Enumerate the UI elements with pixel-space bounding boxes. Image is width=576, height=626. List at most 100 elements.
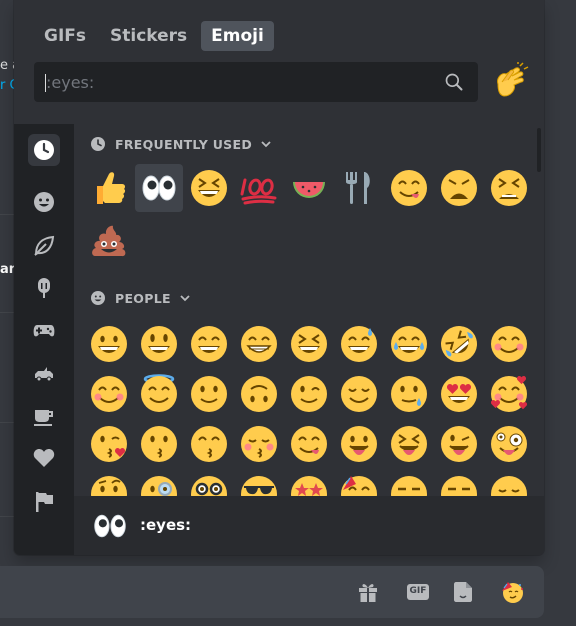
gif-button[interactable]: GIF [400, 574, 436, 610]
emoji-tired-face[interactable] [485, 164, 533, 212]
hundred-icon [240, 178, 277, 205]
emoji-yum[interactable] [285, 420, 333, 468]
thumbs-up-icon [97, 172, 126, 204]
emoji-unamused[interactable] [435, 470, 483, 496]
emoji-slight-smile[interactable] [185, 370, 233, 418]
emoji-watermelon[interactable] [285, 164, 333, 212]
emoji-hundred[interactable] [235, 164, 283, 212]
emoji-fork-knife[interactable] [335, 164, 383, 212]
search-placeholder: :eyes: [46, 73, 95, 92]
emoji-upside-down[interactable] [235, 370, 283, 418]
chat-fragment-username: an [0, 262, 14, 277]
emoji-search-input[interactable]: :eyes: [34, 62, 478, 102]
nerd-icon [191, 476, 227, 496]
emoji-smiley[interactable] [135, 320, 183, 368]
emoji-tongue[interactable] [335, 420, 383, 468]
smiley-icon [141, 326, 177, 362]
emoji-squint-tongue[interactable] [385, 420, 433, 468]
emoji-thumbs-up[interactable] [85, 164, 133, 212]
sticker-button[interactable] [446, 574, 482, 610]
emoji-poop[interactable] [85, 218, 133, 266]
emoji-weary[interactable] [435, 164, 483, 212]
chat-background: e a r C an [0, 0, 14, 626]
tab-gifs[interactable]: GIFs [34, 21, 96, 51]
emoji-grin[interactable] [235, 320, 283, 368]
sidebar-item-nature[interactable] [28, 230, 60, 262]
kissing-icon [141, 426, 177, 462]
sticker-icon [454, 582, 472, 602]
squint-tongue-icon [391, 426, 427, 462]
flag-icon [36, 492, 53, 512]
sidebar-item-symbols[interactable] [28, 442, 60, 474]
emoji-kissing-heart[interactable] [85, 420, 133, 468]
chat-fragment-link: r C [0, 78, 14, 93]
chevron-down-icon[interactable] [179, 292, 191, 304]
emoji-relieved[interactable] [335, 370, 383, 418]
emoji-button[interactable] [494, 574, 530, 610]
emoji-star-struck[interactable] [285, 470, 333, 496]
emoji-smiling-hearts[interactable] [485, 370, 533, 418]
emoji-kissing[interactable] [135, 420, 183, 468]
gift-button[interactable] [350, 574, 386, 610]
gif-label: GIF [409, 586, 427, 596]
emoji-nerd[interactable] [185, 470, 233, 496]
emoji-laughing[interactable] [285, 320, 333, 368]
tab-emoji[interactable]: Emoji [201, 21, 274, 51]
emoji-kissing-smile[interactable] [185, 420, 233, 468]
emoji-innocent[interactable] [135, 370, 183, 418]
clap-emoji-button[interactable] [490, 62, 530, 102]
emoji-monocle[interactable] [135, 470, 183, 496]
sidebar-item-people[interactable] [28, 186, 60, 218]
emoji-blush[interactable] [85, 370, 133, 418]
sidebar-item-food[interactable] [28, 272, 60, 304]
sidebar-item-travel[interactable] [28, 358, 60, 390]
tab-stickers[interactable]: Stickers [100, 21, 197, 51]
partying-face-icon [502, 582, 523, 603]
unamused-icon [441, 476, 477, 496]
picker-tabs: GIFs Stickers Emoji [34, 21, 274, 51]
emoji-relaxed[interactable] [485, 320, 533, 368]
innocent-icon [141, 374, 177, 412]
tongue-icon [341, 426, 377, 462]
partying-icon [341, 476, 377, 496]
emoji-preview-footer: :eyes: [74, 496, 544, 555]
star-struck-icon [291, 476, 327, 496]
emoji-picker: GIFs Stickers Emoji :eyes: FREQUENTLY US… [14, 0, 544, 555]
emoji-sunglasses[interactable] [235, 470, 283, 496]
sidebar-item-objects[interactable] [28, 400, 60, 432]
emoji-sweat-drop[interactable] [385, 370, 433, 418]
clock-icon [34, 140, 54, 160]
emoji-rofl[interactable] [435, 320, 483, 368]
emoji-laughing[interactable] [185, 164, 233, 212]
emoji-heart-eyes[interactable] [435, 370, 483, 418]
scrollbar[interactable] [537, 128, 541, 172]
emoji-yum[interactable] [385, 164, 433, 212]
eyes-icon [142, 175, 176, 201]
fork-knife-icon [346, 172, 370, 204]
emoji-joy[interactable] [385, 320, 433, 368]
sweat-smile-icon [341, 326, 377, 362]
emoji-partying[interactable] [335, 470, 383, 496]
laughing-icon [291, 326, 327, 362]
wink-icon [291, 376, 327, 412]
emoji-grinning[interactable] [85, 320, 133, 368]
emoji-smirk[interactable] [385, 470, 433, 496]
joy-icon [391, 326, 427, 362]
emoji-kissing-closed[interactable] [235, 420, 283, 468]
emoji-sweat-smile[interactable] [335, 320, 383, 368]
emoji-wink[interactable] [285, 370, 333, 418]
sidebar-item-frequent[interactable] [28, 134, 60, 166]
emoji-smile[interactable] [185, 320, 233, 368]
emoji-eyes[interactable] [135, 164, 183, 212]
emoji-disappointed[interactable] [485, 470, 533, 496]
emoji-wink-tongue[interactable] [435, 420, 483, 468]
sidebar-item-flags[interactable] [28, 486, 60, 518]
emoji-zany[interactable] [485, 420, 533, 468]
sidebar-item-activities[interactable] [28, 314, 60, 346]
monocle-icon [141, 476, 177, 496]
chevron-down-icon[interactable] [260, 138, 272, 150]
category-label: PEOPLE [115, 290, 171, 306]
emoji-raised-brow[interactable] [85, 470, 133, 496]
clock-icon [91, 137, 105, 151]
grinning-icon [91, 326, 127, 362]
